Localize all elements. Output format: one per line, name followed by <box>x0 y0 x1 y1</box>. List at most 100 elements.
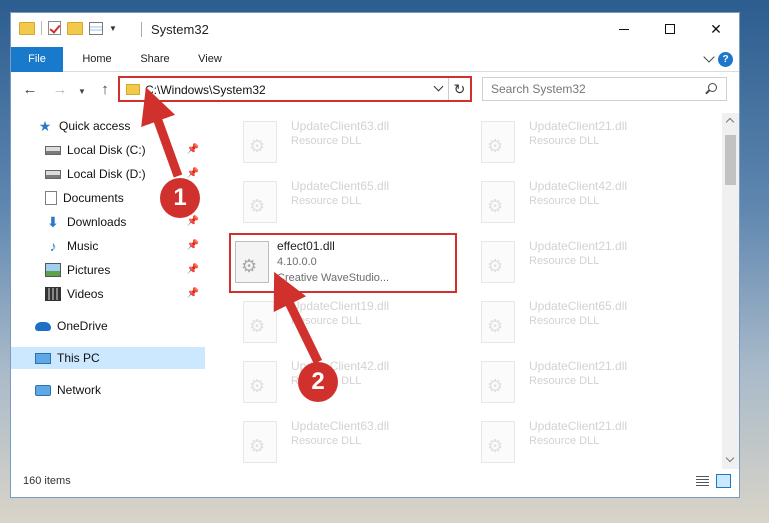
sidebar-item-pictures[interactable]: Pictures 📌 <box>11 259 205 281</box>
new-folder-icon[interactable] <box>67 21 83 35</box>
maximize-icon <box>665 24 675 34</box>
dll-file-icon <box>481 361 515 403</box>
properties-list-icon[interactable] <box>89 21 103 35</box>
pin-icon[interactable]: 📌 <box>187 240 199 251</box>
customize-toolbar-dropdown-icon[interactable]: ▼ <box>109 24 117 33</box>
sidebar-item-quick-access[interactable]: ★ Quick access <box>11 115 205 137</box>
file-tile[interactable]: UpdateClient65.dll Resource DLL <box>229 175 449 231</box>
maximize-button[interactable] <box>647 13 693 45</box>
file-description: Resource DLL <box>529 195 600 207</box>
tab-view[interactable]: View <box>187 47 233 72</box>
scroll-down-arrow-icon[interactable] <box>725 453 735 463</box>
tab-share[interactable]: Share <box>129 47 181 72</box>
dll-file-icon <box>235 241 269 283</box>
up-button[interactable]: ↑ <box>96 81 114 99</box>
drive-icon <box>45 145 61 155</box>
file-description: Resource DLL <box>529 135 600 147</box>
file-description: Resource DLL <box>529 255 600 267</box>
file-tile[interactable]: UpdateClient21.dll Resource DLL <box>467 355 687 411</box>
sidebar-item-label: OneDrive <box>57 319 108 333</box>
close-button[interactable]: ✕ <box>693 13 739 45</box>
file-name: UpdateClient42.dll <box>529 179 628 193</box>
file-description: Resource DLL <box>291 135 362 147</box>
file-tile[interactable]: UpdateClient42.dll Resource DLL <box>467 175 687 231</box>
toolbar-divider <box>41 21 42 35</box>
refresh-button[interactable]: ↻ <box>448 78 470 100</box>
file-tile-effect01[interactable]: effect01.dll 4.10.0.0 Creative WaveStudi… <box>229 233 457 293</box>
close-icon: ✕ <box>710 20 722 37</box>
address-folder-icon <box>126 84 140 95</box>
file-name: UpdateClient65.dll <box>291 179 390 193</box>
dll-file-icon <box>243 421 277 463</box>
file-description: Resource DLL <box>529 375 600 387</box>
expand-ribbon-chevron-icon[interactable] <box>703 51 715 63</box>
pin-icon[interactable]: 📌 <box>187 168 199 179</box>
large-icons-view-icon[interactable] <box>716 474 731 488</box>
quick-access-star-icon: ★ <box>38 118 52 134</box>
file-tile[interactable]: UpdateClient21.dll Resource DLL <box>467 235 687 291</box>
file-tile[interactable]: UpdateClient63.dll Resource DLL <box>229 415 449 469</box>
cloud-icon <box>35 321 51 331</box>
file-name: UpdateClient21.dll <box>529 239 628 253</box>
address-path[interactable]: C:\Windows\System32 <box>145 83 266 97</box>
sidebar-item-local-disk-c[interactable]: Local Disk (C:) 📌 <box>11 139 205 161</box>
file-description: Creative WaveStudio... <box>277 272 390 284</box>
file-name: UpdateClient21.dll <box>529 359 628 373</box>
sidebar-item-this-pc[interactable]: This PC <box>11 347 205 369</box>
pin-icon[interactable]: 📌 <box>187 264 199 275</box>
properties-check-icon[interactable] <box>48 21 61 35</box>
title-bar: ▼ System32 ✕ <box>11 13 739 47</box>
address-bar[interactable]: C:\Windows\System32 ↻ <box>118 76 472 102</box>
sidebar-item-label: Local Disk (D:) <box>67 167 146 181</box>
file-tile[interactable]: UpdateClient63.dll Resource DLL <box>229 115 449 171</box>
forward-button[interactable]: → <box>51 81 69 99</box>
sidebar-item-label: Documents <box>63 191 124 205</box>
file-tile[interactable]: UpdateClient65.dll Resource DLL <box>467 295 687 351</box>
tab-home[interactable]: Home <box>71 47 123 72</box>
minimize-button[interactable] <box>601 13 647 45</box>
details-view-icon[interactable] <box>696 476 709 487</box>
file-tile[interactable]: UpdateClient21.dll Resource DLL <box>467 115 687 171</box>
back-button[interactable]: ← <box>21 81 39 99</box>
search-icon[interactable] <box>708 83 717 92</box>
pin-icon[interactable]: 📌 <box>187 216 199 227</box>
address-dropdown-icon[interactable] <box>433 81 444 92</box>
file-tile[interactable]: UpdateClient42.dll Resource DLL <box>229 355 449 411</box>
scroll-up-arrow-icon[interactable] <box>725 117 735 127</box>
recent-locations-dropdown[interactable]: ▼ <box>73 83 91 101</box>
music-note-icon: ♪ <box>49 238 57 254</box>
file-description: Resource DLL <box>529 315 600 327</box>
ribbon-tabs: File Home Share View ? <box>11 47 739 72</box>
search-box[interactable] <box>482 77 727 101</box>
file-tile[interactable]: UpdateClient19.dll Resource DLL <box>229 295 449 351</box>
dll-file-icon <box>243 181 277 223</box>
window-title: System32 <box>151 22 209 37</box>
file-name: UpdateClient21.dll <box>529 119 628 133</box>
drive-icon <box>45 169 61 179</box>
sidebar-item-label: Downloads <box>67 215 127 229</box>
network-icon <box>35 384 51 396</box>
sidebar-item-music[interactable]: ♪ Music 📌 <box>11 235 205 257</box>
file-name: UpdateClient65.dll <box>529 299 628 313</box>
file-tile[interactable]: UpdateClient21.dll Resource DLL <box>467 415 687 469</box>
vertical-scrollbar[interactable] <box>722 113 739 469</box>
help-icon[interactable]: ? <box>718 52 733 67</box>
sidebar-item-label: Pictures <box>67 263 111 277</box>
pin-icon[interactable]: 📌 <box>187 288 199 299</box>
step-2-badge: 2 <box>298 362 338 402</box>
sidebar-item-label: Quick access <box>59 119 131 133</box>
search-input[interactable] <box>483 78 693 100</box>
sidebar-item-network[interactable]: Network <box>11 379 205 401</box>
sidebar-item-onedrive[interactable]: OneDrive <box>11 315 205 337</box>
scrollbar-thumb[interactable] <box>725 135 736 185</box>
file-description: Resource DLL <box>291 435 362 447</box>
pin-icon[interactable]: 📌 <box>187 144 199 155</box>
sidebar-item-videos[interactable]: Videos 📌 <box>11 283 205 305</box>
video-icon <box>45 287 61 301</box>
navigation-bar: ← → ▼ ↑ C:\Windows\System32 ↻ <box>11 73 739 107</box>
dll-file-icon <box>481 241 515 283</box>
sidebar-item-label: Videos <box>67 287 104 301</box>
file-description: Resource DLL <box>529 435 600 447</box>
sidebar-item-label: Network <box>57 383 102 397</box>
tab-file[interactable]: File <box>11 47 63 72</box>
